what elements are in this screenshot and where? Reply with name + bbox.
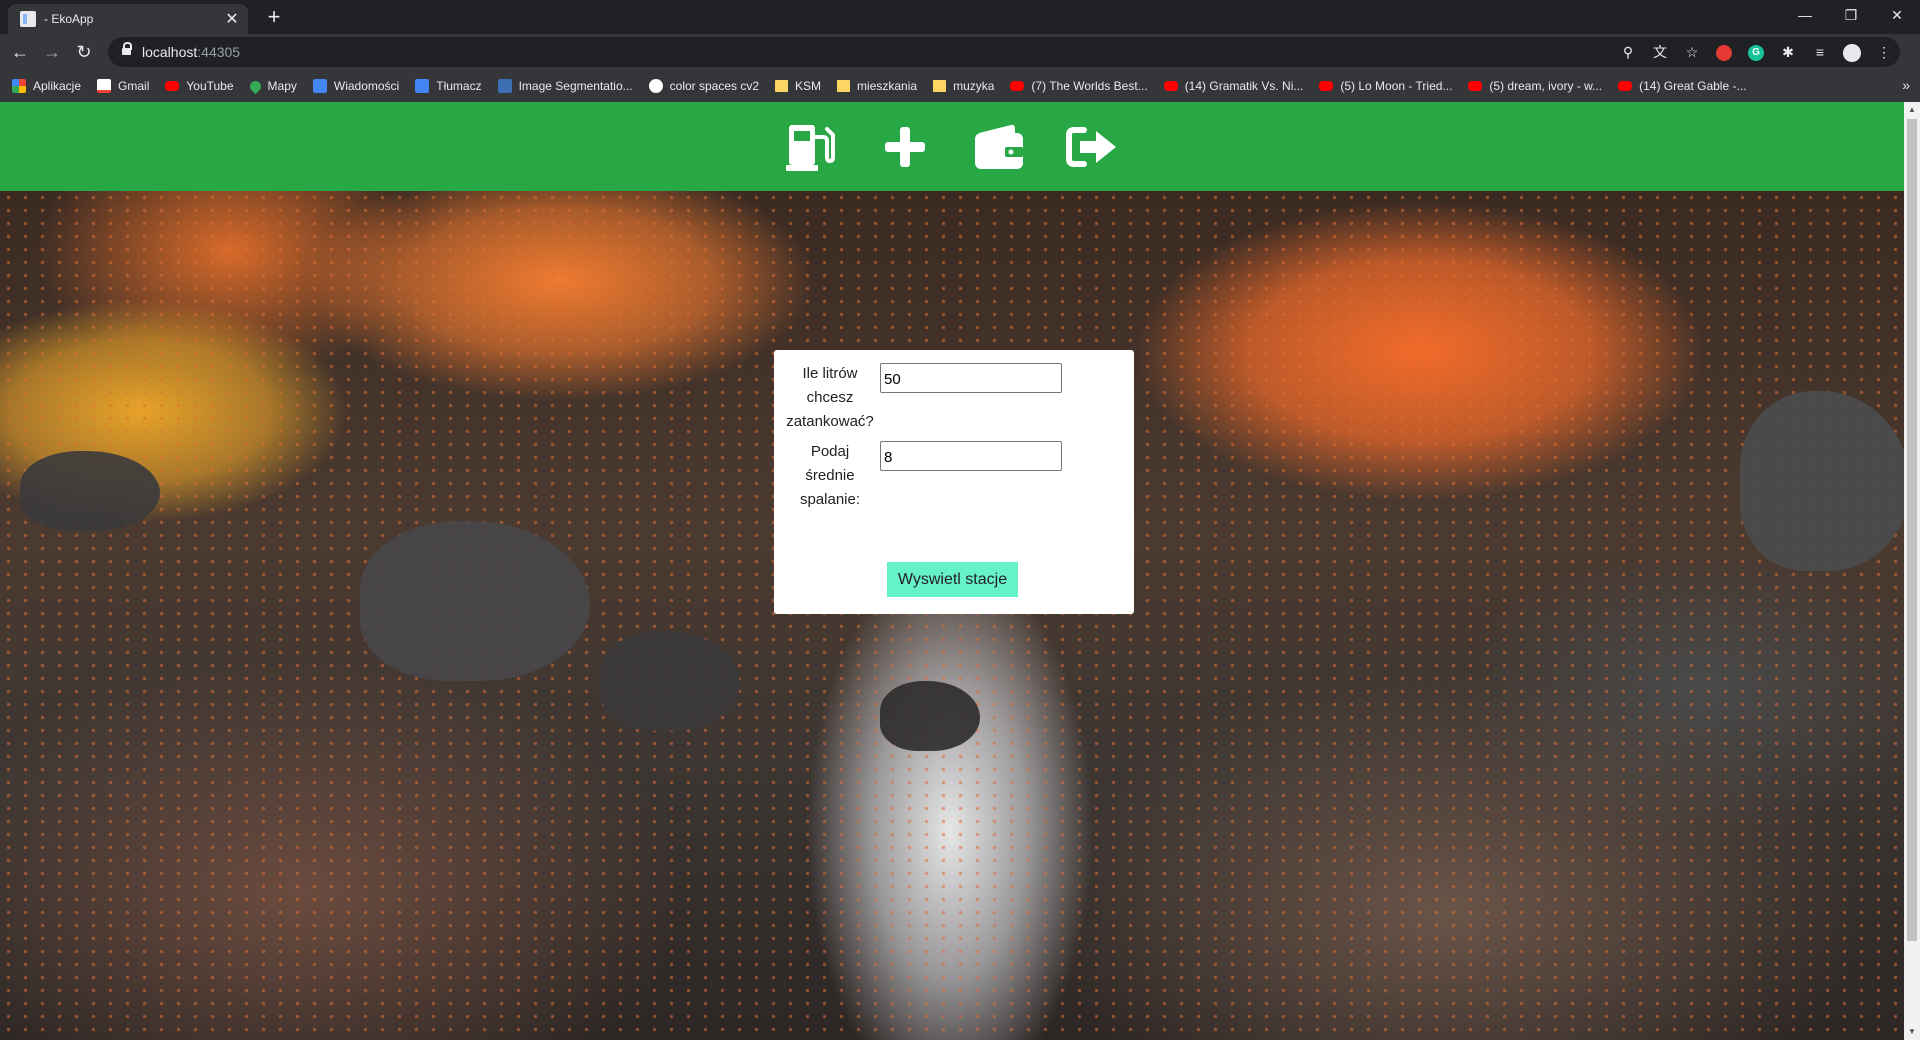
bookmark-label: YouTube xyxy=(186,79,234,93)
news-icon xyxy=(312,79,327,93)
bookmark-item[interactable]: KSM xyxy=(775,79,821,93)
window-controls: — ❐ ✕ xyxy=(1782,0,1920,30)
folder-icon xyxy=(837,80,851,92)
yt-icon xyxy=(1618,81,1633,91)
liters-label: Ile litrów chcesz zatankować? xyxy=(786,365,874,430)
bookmark-label: (14) Great Gable -... xyxy=(1639,79,1747,93)
bookmark-item[interactable]: mieszkania xyxy=(837,79,917,93)
fuel-form-card: Ile litrów chcesz zatankować? Podaj śred… xyxy=(774,350,1134,614)
extension-red-icon[interactable] xyxy=(1708,37,1740,67)
consumption-input[interactable] xyxy=(880,441,1062,471)
minimize-button[interactable]: — xyxy=(1782,0,1828,30)
bookmark-item[interactable]: Wiadomości xyxy=(312,79,400,93)
restore-button[interactable]: ❐ xyxy=(1828,0,1874,30)
translate-icon xyxy=(415,79,430,93)
bookmark-label: KSM xyxy=(795,79,822,93)
gas-pump-icon[interactable] xyxy=(783,119,839,175)
bookmark-item[interactable]: (14) Gramatik Vs. Ni... xyxy=(1163,79,1304,93)
bookmark-label: Gmail xyxy=(118,79,150,93)
forward-button[interactable]: → xyxy=(38,38,66,66)
bookmark-label: color spaces cv2 xyxy=(669,79,760,93)
yt-icon xyxy=(1319,81,1334,91)
yt-icon xyxy=(1010,81,1025,91)
grammarly-icon[interactable]: G xyxy=(1740,37,1772,67)
wallet-icon[interactable] xyxy=(971,119,1027,175)
scroll-down-arrow-icon[interactable]: ▼ xyxy=(1904,1024,1920,1040)
bookmark-item[interactable]: Tłumacz xyxy=(415,79,482,93)
sign-out-icon[interactable] xyxy=(1065,119,1121,175)
bookmark-label: mieszkania xyxy=(857,79,918,93)
show-stations-button[interactable]: Wyswietl stacje xyxy=(887,562,1018,597)
browser-tab[interactable]: - EkoApp ✕ xyxy=(8,4,248,34)
url-host: localhost xyxy=(142,44,198,60)
url-text[interactable]: localhost:44305 xyxy=(142,44,240,60)
bookmark-item[interactable]: (5) dream, ivory - w... xyxy=(1468,79,1602,93)
close-window-button[interactable]: ✕ xyxy=(1874,0,1920,30)
apps-icon xyxy=(12,79,26,93)
bookmark-label: Tłumacz xyxy=(436,79,482,93)
tab-title: - EkoApp xyxy=(44,12,94,26)
browser-toolbar: ← → ↻ localhost:44305 ⚲ 文 ☆ G ✱ ≡ ⋮ xyxy=(0,34,1920,70)
bookmark-label: Mapy xyxy=(267,79,297,93)
bookmark-item[interactable]: Mapy xyxy=(247,78,297,94)
maps-icon xyxy=(247,78,263,94)
menu-icon[interactable]: ⋮ xyxy=(1868,37,1900,67)
bookmark-label: (14) Gramatik Vs. Ni... xyxy=(1184,79,1304,93)
bookmark-item[interactable]: YouTube xyxy=(165,79,234,93)
bookmark-label: (7) The Worlds Best... xyxy=(1031,79,1148,93)
url-port: :44305 xyxy=(197,44,241,60)
gmail-icon xyxy=(97,79,112,93)
close-tab-icon[interactable]: ✕ xyxy=(222,9,242,29)
location-icon[interactable]: ⚲ xyxy=(1612,37,1644,67)
bookmark-item[interactable]: color spaces cv2 xyxy=(648,79,760,93)
address-bar[interactable]: localhost:44305 ⚲ 文 ☆ G ✱ ≡ ⋮ xyxy=(108,37,1900,67)
yt-icon xyxy=(1468,81,1483,91)
bookmark-item[interactable]: (14) Great Gable -... xyxy=(1618,79,1746,93)
profile-avatar[interactable] xyxy=(1836,37,1868,67)
lock-icon[interactable] xyxy=(122,42,132,57)
bookmark-label: muzyka xyxy=(953,79,995,93)
cs-icon xyxy=(648,79,663,93)
page-scrollbar[interactable]: ▲ ▼ xyxy=(1904,102,1920,1040)
bookmark-label: (5) Lo Moon - Tried... xyxy=(1340,79,1453,93)
liters-input[interactable] xyxy=(880,363,1062,393)
star-icon[interactable]: ☆ xyxy=(1676,37,1708,67)
bookmark-label: (5) dream, ivory - w... xyxy=(1489,79,1603,93)
page-viewport: Ile litrów chcesz zatankować? Podaj śred… xyxy=(0,102,1904,1040)
reload-button[interactable]: ↻ xyxy=(70,38,98,66)
bookmark-item[interactable]: Image Segmentatio... xyxy=(497,79,633,93)
yt-icon xyxy=(165,81,180,91)
bookmark-item[interactable]: Gmail xyxy=(97,79,149,93)
seg-icon xyxy=(497,79,512,93)
omnibox-icons: ⚲ 文 ☆ G ✱ ≡ ⋮ xyxy=(1612,37,1900,67)
bookmark-item[interactable]: (7) The Worlds Best... xyxy=(1010,79,1148,93)
folder-icon xyxy=(775,80,789,92)
bookmark-item[interactable]: Aplikacje xyxy=(12,79,81,93)
yt-icon xyxy=(1163,81,1178,91)
bookmark-item[interactable]: (5) Lo Moon - Tried... xyxy=(1319,79,1452,93)
consumption-label: Podaj średnie spalanie: xyxy=(799,443,861,508)
app-navbar xyxy=(0,102,1904,191)
scrollbar-thumb[interactable] xyxy=(1907,119,1917,941)
back-button[interactable]: ← xyxy=(6,38,34,66)
page-icon xyxy=(20,11,36,27)
bookmark-label: Wiadomości xyxy=(333,79,400,93)
translate-icon[interactable]: 文 xyxy=(1644,37,1676,67)
new-tab-button[interactable]: + xyxy=(260,4,288,32)
bookmarks-more-button[interactable]: » xyxy=(1902,77,1910,93)
scroll-up-arrow-icon[interactable]: ▲ xyxy=(1904,102,1920,118)
bookmark-label: Aplikacje xyxy=(33,79,82,93)
bookmark-label: Image Segmentatio... xyxy=(518,79,633,93)
bookmark-item[interactable]: muzyka xyxy=(933,79,994,93)
plus-icon[interactable] xyxy=(877,119,933,175)
folder-icon xyxy=(933,80,947,92)
background-photo: Ile litrów chcesz zatankować? Podaj śred… xyxy=(0,191,1904,1040)
browser-tabstrip: - EkoApp ✕ + — ❐ ✕ xyxy=(0,0,1920,34)
media-icon[interactable]: ≡ xyxy=(1804,37,1836,67)
bookmarks-bar: Aplikacje Gmail YouTube Mapy Wiadomości Tłuma… xyxy=(0,70,1920,102)
puzzle-icon[interactable]: ✱ xyxy=(1772,37,1804,67)
